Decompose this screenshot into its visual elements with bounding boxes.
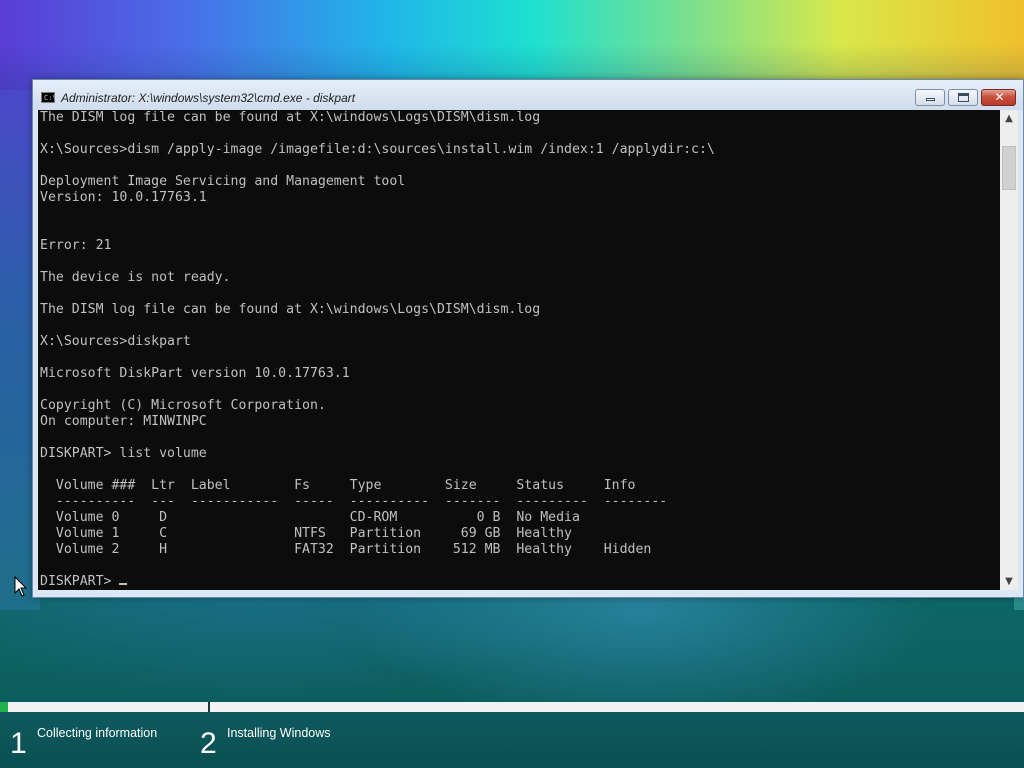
console-line: Microsoft DiskPart version 10.0.17763.1 <box>40 366 350 381</box>
console-line: X:\Sources>dism /apply-image /imagefile:… <box>40 142 715 157</box>
vertical-scrollbar[interactable]: ▲ ▼ <box>1000 110 1018 590</box>
minimize-icon <box>926 98 935 101</box>
console-line: Volume 2 H FAT32 Partition 512 MB Health… <box>55 542 652 557</box>
console-line: Volume ### Ltr Label Fs Type Size Status… <box>55 478 636 493</box>
step-label: Collecting information <box>37 726 158 740</box>
console-text: The DISM log file can be found at X:\win… <box>40 110 715 590</box>
console-line: Error: 21 <box>40 238 112 253</box>
minimize-button[interactable] <box>915 89 945 106</box>
console-line: On computer: MINWINPC <box>40 414 207 429</box>
console-line: DISKPART> list volume <box>40 446 207 461</box>
maximize-button[interactable] <box>948 89 978 106</box>
scroll-up-button[interactable]: ▲ <box>1000 110 1018 127</box>
command-prompt-window[interactable]: C:\ Administrator: X:\windows\system32\c… <box>32 79 1024 598</box>
window-title: Administrator: X:\windows\system32\cmd.e… <box>61 91 356 105</box>
progress-step-divider <box>208 702 210 712</box>
step-number: 2 <box>200 727 217 760</box>
text-cursor <box>119 583 128 585</box>
console-line: Deployment Image Servicing and Managemen… <box>40 174 406 189</box>
setup-progress-fill <box>0 702 9 712</box>
setup-steps: 1 Collecting information 2 Installing Wi… <box>0 712 1024 768</box>
console-output[interactable]: The DISM log file can be found at X:\win… <box>38 110 1000 590</box>
console-line: X:\Sources>diskpart <box>40 334 191 349</box>
step-number: 1 <box>10 727 27 760</box>
step-label: Installing Windows <box>227 726 331 740</box>
setup-progress-bar <box>0 702 1024 712</box>
scroll-thumb[interactable] <box>1002 146 1016 190</box>
console-line: The device is not ready. <box>40 270 231 285</box>
console-lines: The DISM log file can be found at X:\win… <box>40 110 715 557</box>
console-icon-text: C:\ <box>44 94 57 102</box>
maximize-icon <box>958 93 969 102</box>
console-icon[interactable]: C:\ <box>41 92 57 103</box>
scroll-down-button[interactable]: ▼ <box>1000 573 1018 590</box>
console-line: The DISM log file can be found at X:\win… <box>40 110 541 125</box>
console-prompt: DISKPART> <box>40 574 120 589</box>
console-line: The DISM log file can be found at X:\win… <box>40 302 541 317</box>
console-line: Version: 10.0.17763.1 <box>40 190 207 205</box>
console-line: Copyright (C) Microsoft Corporation. <box>40 398 326 413</box>
console-line: Volume 1 C NTFS Partition 69 GB Healthy <box>55 526 572 541</box>
close-icon: ✕ <box>994 90 1005 104</box>
mouse-pointer-icon <box>14 576 28 597</box>
close-button[interactable]: ✕ <box>981 89 1016 106</box>
console-line: ---------- --- ----------- ----- -------… <box>55 494 668 509</box>
console-line: Volume 0 D CD-ROM 0 B No Media <box>55 510 580 525</box>
window-titlebar[interactable]: C:\ Administrator: X:\windows\system32\c… <box>33 80 1023 110</box>
